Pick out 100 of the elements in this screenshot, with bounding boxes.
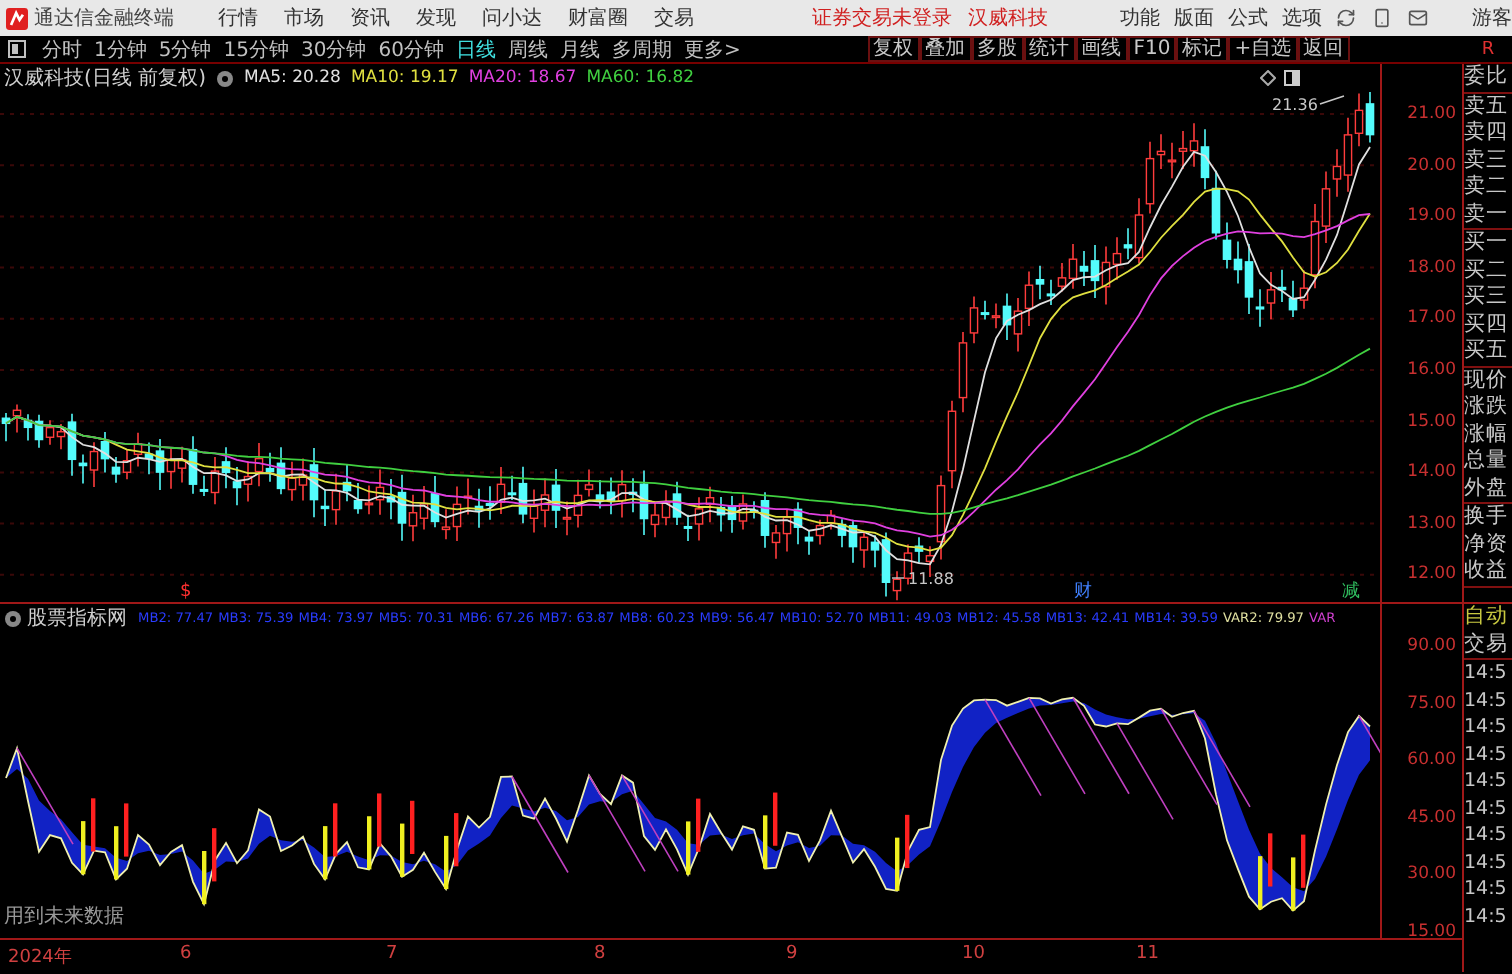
moving-average-value: MA60: 16.82: [586, 68, 695, 88]
toolbar-button[interactable]: 复权: [867, 36, 920, 62]
event-marker[interactable]: 财: [1074, 582, 1092, 602]
date-label: 2024年: [8, 945, 72, 970]
axis-label: 20.00: [1407, 155, 1456, 176]
trade-time: 14:5: [1464, 741, 1509, 768]
period-tab[interactable]: 多周期: [611, 35, 672, 63]
date-label: 6: [180, 944, 192, 964]
high-price-label: 21.36: [1272, 96, 1318, 114]
quote-label: 卖五: [1464, 93, 1510, 120]
period-tab[interactable]: 周线: [507, 35, 548, 63]
menu-item[interactable]: 资讯: [350, 4, 390, 32]
toolbar-button[interactable]: 统计: [1023, 36, 1076, 62]
trade-time: 14:5: [1464, 660, 1509, 687]
quote-label: 外盘: [1464, 475, 1510, 502]
quote-label: 卖一: [1464, 201, 1510, 228]
menu-item[interactable]: 财富圈: [568, 4, 628, 32]
menu-item[interactable]: 市场: [284, 4, 324, 32]
menu-item[interactable]: 选项: [1282, 4, 1322, 32]
settings-icon[interactable]: [215, 69, 234, 87]
moving-average-value: MA10: 19.17: [350, 68, 459, 88]
low-price-label: 11.88: [908, 570, 954, 588]
period-tab[interactable]: 更多>: [683, 35, 741, 63]
axis-label: 13.00: [1407, 513, 1456, 534]
quote-label: 现价: [1464, 367, 1510, 394]
event-marker[interactable]: $: [180, 582, 192, 602]
trade-time: 14:5: [1464, 903, 1509, 930]
quote-label: 涨幅: [1464, 421, 1510, 448]
trade-time: 14:5: [1464, 768, 1509, 795]
period-tab[interactable]: 1分钟: [94, 35, 147, 63]
quote-label: 净资: [1464, 531, 1510, 558]
trade-time: 14:5: [1464, 795, 1509, 822]
quote-label: 委比: [1464, 64, 1510, 91]
quote-label: 买三: [1464, 284, 1510, 311]
trade-time: 14:5: [1464, 822, 1509, 849]
settings-icon[interactable]: [4, 609, 22, 627]
period-tab[interactable]: 15分钟: [223, 35, 289, 63]
trade-time: 14:5: [1464, 849, 1509, 876]
quote-label: 买一: [1464, 230, 1510, 257]
refresh-icon[interactable]: [1336, 8, 1356, 28]
diamond-icon[interactable]: [1260, 70, 1276, 86]
period-tab[interactable]: 30分钟: [300, 35, 367, 63]
quote-label: 涨跌: [1464, 394, 1510, 421]
date-label: 10: [962, 944, 985, 964]
side-tab[interactable]: R: [1464, 39, 1512, 59]
trade-time: 14:5: [1464, 687, 1509, 714]
quote-label: 换手: [1464, 504, 1510, 531]
period-tab[interactable]: 5分钟: [158, 35, 212, 63]
square-icon[interactable]: [8, 40, 26, 58]
login-status[interactable]: 证券交易未登录: [812, 4, 952, 32]
moving-average-value: MA20: 18.67: [468, 68, 577, 88]
axis-label: 15.00: [1407, 411, 1456, 432]
auto-label[interactable]: 自动: [1464, 604, 1512, 631]
quote-label: 卖三: [1464, 147, 1510, 174]
axis-label: 60.00: [1407, 750, 1456, 770]
leader-line: [1319, 95, 1345, 105]
toolbar-button[interactable]: 画线: [1075, 36, 1128, 62]
menu-item[interactable]: 问小达: [482, 4, 542, 32]
axis-label: 21.00: [1407, 104, 1456, 124]
user-name[interactable]: 游客: [1472, 4, 1512, 32]
axis-label: 14.00: [1407, 462, 1456, 483]
toolbar-button[interactable]: 返回: [1297, 36, 1350, 62]
date-label: 11: [1136, 944, 1159, 964]
period-tab[interactable]: 60分钟: [378, 35, 444, 63]
axis-label: 12.00: [1407, 564, 1456, 585]
event-marker[interactable]: 减: [1342, 582, 1360, 602]
menu-item[interactable]: 交易: [654, 4, 694, 32]
note-text: 用到未来数据: [4, 903, 124, 930]
moving-average-value: MA5: 20.28: [243, 68, 341, 88]
toolbar-button[interactable]: 标记: [1176, 36, 1229, 62]
date-label: 8: [594, 944, 606, 964]
chart-title: 汉威科技(日线 前复权): [4, 65, 206, 92]
axis-label: 75.00: [1407, 693, 1456, 713]
phone-icon[interactable]: [1372, 8, 1392, 28]
trade-time: 14:5: [1464, 714, 1509, 741]
logo-icon: [6, 5, 28, 31]
quote-label: 卖四: [1464, 120, 1510, 147]
axis-label: 17.00: [1407, 308, 1456, 329]
period-tab[interactable]: 日线: [455, 35, 496, 63]
menu-item[interactable]: 版面: [1174, 4, 1214, 32]
envelope-icon[interactable]: [1408, 8, 1428, 28]
period-tab[interactable]: 月线: [559, 35, 600, 63]
indicator-name: 股票指标网: [27, 605, 127, 632]
trade-label: 交易: [1464, 631, 1510, 658]
menu-item[interactable]: 公式: [1228, 4, 1268, 32]
period-tab[interactable]: 分时: [42, 35, 82, 63]
quote-label: 买四: [1464, 311, 1510, 338]
menu-item[interactable]: 发现: [416, 4, 456, 32]
axis-label: 18.00: [1407, 257, 1456, 278]
axis-label: 45.00: [1407, 807, 1456, 827]
quote-label: 收益: [1464, 558, 1510, 585]
toolbar-button[interactable]: +自选: [1228, 36, 1298, 62]
menu-item[interactable]: 功能: [1120, 4, 1160, 32]
menu-item[interactable]: 行情: [218, 4, 258, 32]
panel-icon[interactable]: [1284, 70, 1300, 86]
app-title: 通达信金融终端: [34, 5, 174, 32]
toolbar-button[interactable]: F10: [1127, 36, 1177, 62]
leader-line: [891, 577, 905, 579]
toolbar-button[interactable]: 多股: [971, 36, 1024, 62]
toolbar-button[interactable]: 叠加: [919, 36, 972, 62]
